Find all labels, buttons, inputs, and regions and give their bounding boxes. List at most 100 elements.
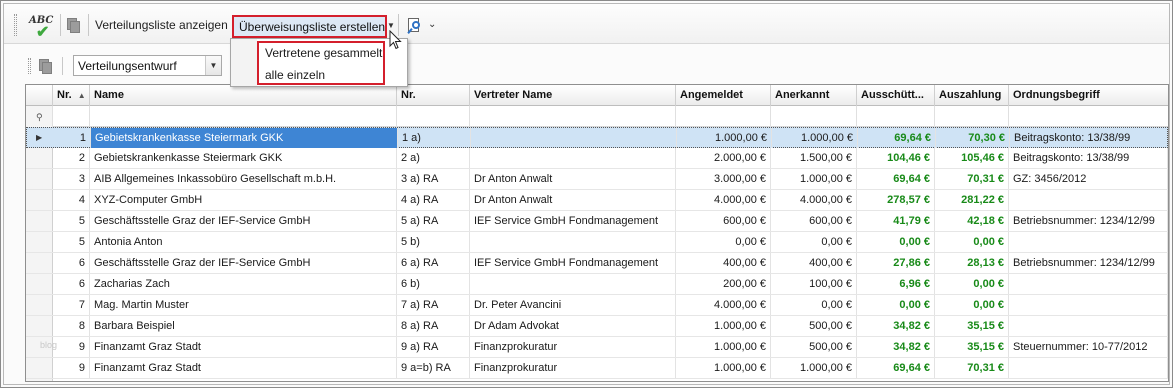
table-row[interactable]: 6 Geschäftsstelle Graz der IEF-Service Gm… [26, 253, 1168, 274]
cell-name[interactable]: Antonia Anton [90, 232, 397, 252]
cell-angemeldet[interactable]: 4.000,00 € [676, 295, 771, 315]
cell-nr[interactable]: 5 [53, 211, 90, 231]
cell-vertreter[interactable] [471, 128, 677, 148]
cell-nr2[interactable]: 2 a) [397, 148, 470, 168]
cell-angemeldet[interactable]: 1.000,00 € [676, 316, 771, 336]
chevron-down-icon[interactable]: ▼ [387, 21, 395, 30]
cell-auszahlung[interactable]: 42,18 € [935, 211, 1009, 231]
cell-ordnungsbegriff[interactable] [1009, 232, 1168, 252]
cell-angemeldet[interactable]: 0,00 € [676, 232, 771, 252]
cell-vertreter[interactable]: IEF Service GmbH Fondmanagement [470, 253, 676, 273]
table-row[interactable]: 6 Zacharias Zach 6 b) 200,00 €100,00 €6,96 … [26, 274, 1168, 295]
cell-name[interactable]: Gebietskrankenkasse Steiermark GKK [90, 148, 397, 168]
header-anerkannt[interactable]: Anerkannt [771, 85, 857, 106]
cell-angemeldet[interactable]: 4.000,00 € [676, 190, 771, 210]
cell-ausschuettung[interactable]: 104,46 € [857, 148, 935, 168]
header-nr[interactable]: Nr. ▲ [53, 85, 90, 106]
cell-angemeldet[interactable]: 400,00 € [676, 253, 771, 273]
cell-ordnungsbegriff[interactable]: Betriebsnummer: 1234/12/99 [1009, 211, 1168, 231]
pin-icon[interactable]: ⚲ [36, 112, 43, 123]
cell-ordnungsbegriff[interactable] [1009, 190, 1168, 210]
cell-ausschuettung[interactable]: 0,00 € [857, 295, 935, 315]
table-row[interactable]: 5 Geschäftsstelle Graz der IEF-Service Gm… [26, 211, 1168, 232]
cell-ausschuettung[interactable]: 34,82 € [857, 337, 935, 357]
cell-nr[interactable]: 9 [53, 358, 90, 378]
cell-nr2[interactable]: 6 a) RA [397, 253, 470, 273]
cell-anerkannt[interactable]: 1.000,00 € [771, 358, 857, 378]
cell-vertreter[interactable]: Dr Adam Advokat [470, 316, 676, 336]
cell-name[interactable]: Geschäftsstelle Graz der IEF-Service Gmb… [90, 253, 397, 273]
cell-auszahlung[interactable]: 35,15 € [935, 337, 1009, 357]
cell-anerkannt[interactable]: 600,00 € [771, 211, 857, 231]
cell-anerkannt[interactable]: 4.000,00 € [771, 190, 857, 210]
cell-name[interactable]: XYZ-Computer GmbH [90, 190, 397, 210]
cell-nr[interactable]: 2 [53, 148, 90, 168]
cell-ordnungsbegriff[interactable] [1009, 274, 1168, 294]
cell-anerkannt[interactable]: 0,00 € [771, 232, 857, 252]
cell-nr2[interactable]: 5 a) RA [397, 211, 470, 231]
table-row[interactable]: ▶ 1 Gebietskrankenkasse Steiermark GKK 1 a)… [26, 127, 1168, 148]
cell-anerkannt[interactable]: 500,00 € [771, 337, 857, 357]
cell-angemeldet[interactable]: 3.000,00 € [676, 169, 771, 189]
cell-angemeldet[interactable]: 1.000,00 € [676, 358, 771, 378]
table-row[interactable]: 8 Barbara Beispiel 8 a) RA Dr Adam Advokat 1… [26, 316, 1168, 337]
header-ausschuettung[interactable]: Ausschütt... [857, 85, 935, 106]
cell-nr[interactable]: 8 [53, 316, 90, 336]
cell-nr2[interactable]: 8 a) RA [397, 316, 470, 336]
cell-nr[interactable]: 3 [53, 169, 90, 189]
cell-name[interactable]: Mag. Martin Muster [90, 295, 397, 315]
cell-anerkannt[interactable]: 0,00 € [771, 295, 857, 315]
cell-angemeldet[interactable]: 600,00 € [676, 211, 771, 231]
cell-ordnungsbegriff[interactable]: Beitragskonto: 13/38/99 [1009, 148, 1168, 168]
cell-nr[interactable]: 4 [53, 190, 90, 210]
cell-ausschuettung[interactable]: 69,64 € [858, 128, 936, 148]
document-icon[interactable] [39, 59, 53, 74]
cell-auszahlung[interactable]: 70,31 € [935, 358, 1009, 378]
cell-ordnungsbegriff[interactable]: GZ: 3456/2012 [1009, 169, 1168, 189]
cell-ausschuettung[interactable]: 34,82 € [857, 316, 935, 336]
toolbar-grip[interactable] [28, 58, 31, 74]
cell-vertreter[interactable] [470, 148, 676, 168]
header-name[interactable]: Name [90, 85, 397, 106]
cell-auszahlung[interactable]: 105,46 € [935, 148, 1009, 168]
cell-vertreter[interactable]: Dr Anton Anwalt [470, 190, 676, 210]
cell-vertreter[interactable]: Finanzprokuratur [470, 358, 676, 378]
cell-ordnungsbegriff[interactable] [1009, 295, 1168, 315]
cell-nr[interactable]: 9 [53, 337, 90, 357]
header-nr2[interactable]: Nr. [397, 85, 470, 106]
cell-nr[interactable]: 6 [53, 253, 90, 273]
cell-anerkannt[interactable]: 1.000,00 € [771, 169, 857, 189]
cell-nr2[interactable]: 4 a) RA [397, 190, 470, 210]
cell-name[interactable]: Geschäftsstelle Graz der IEF-Service Gmb… [90, 211, 397, 231]
cell-angemeldet[interactable]: 1.000,00 € [676, 337, 771, 357]
cell-name[interactable]: Finanzamt Graz Stadt [90, 358, 397, 378]
cell-nr2[interactable]: 3 a) RA [397, 169, 470, 189]
menu-item-individual[interactable]: alle einzeln [265, 68, 325, 82]
show-distribution-list-button[interactable]: Verteilungsliste anzeigen [95, 18, 228, 32]
cell-nr2[interactable]: 9 a) RA [397, 337, 470, 357]
header-vertreter[interactable]: Vertreter Name [470, 85, 676, 106]
cell-nr2[interactable]: 9 a=b) RA [397, 358, 470, 378]
cell-auszahlung[interactable]: 70,31 € [935, 169, 1009, 189]
cell-ausschuettung[interactable]: 69,64 € [857, 169, 935, 189]
spellcheck-icon[interactable]: ABC ✔ [28, 14, 56, 41]
cell-angemeldet[interactable]: 200,00 € [676, 274, 771, 294]
toolbar-grip[interactable] [14, 14, 17, 36]
cell-auszahlung[interactable]: 0,00 € [935, 295, 1009, 315]
cell-ordnungsbegriff[interactable] [1009, 358, 1168, 378]
cell-name[interactable]: Finanzamt Graz Stadt [90, 337, 397, 357]
cell-anerkannt[interactable]: 500,00 € [771, 316, 857, 336]
table-row[interactable]: 5 Antonia Anton 5 b) 0,00 €0,00 €0,00 €0,00… [26, 232, 1168, 253]
cell-nr[interactable]: 1 [54, 128, 91, 148]
cell-anerkannt[interactable]: 400,00 € [771, 253, 857, 273]
cell-anerkannt[interactable]: 1.500,00 € [771, 148, 857, 168]
table-row[interactable]: 7 Mag. Martin Muster 7 a) RA Dr. Peter Avan… [26, 295, 1168, 316]
cell-nr[interactable]: 6 [53, 274, 90, 294]
chevron-down-icon[interactable]: ⌄ [428, 19, 436, 30]
cell-nr[interactable]: 7 [53, 295, 90, 315]
cell-ausschuettung[interactable]: 41,79 € [857, 211, 935, 231]
header-ordnungsbegriff[interactable]: Ordnungsbegriff [1009, 85, 1168, 106]
cell-angemeldet[interactable]: 1.000,00 € [677, 128, 772, 148]
cell-ordnungsbegriff[interactable]: Beitragskonto: 13/38/99 [1010, 128, 1168, 148]
cell-ordnungsbegriff[interactable]: Betriebsnummer: 1234/12/99 [1009, 253, 1168, 273]
